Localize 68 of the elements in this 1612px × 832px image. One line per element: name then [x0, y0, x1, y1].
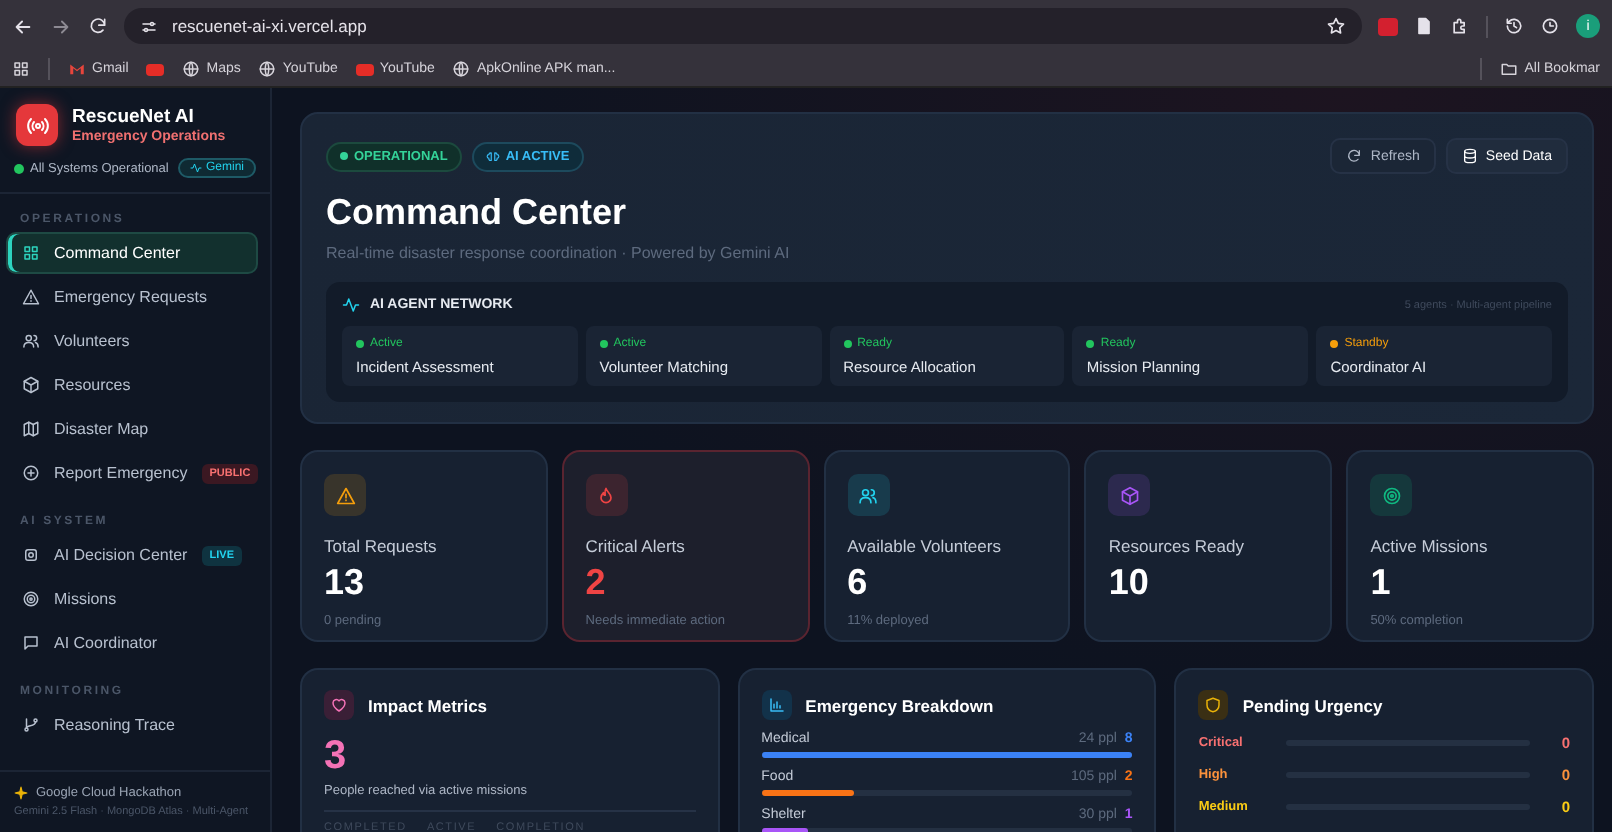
flame-icon — [596, 485, 617, 505]
stat-value: 1 — [1370, 562, 1393, 604]
pulse-icon — [342, 296, 360, 314]
nav-item[interactable]: Volunteers — [6, 320, 258, 362]
chip-icon — [22, 546, 40, 564]
nav-item[interactable]: Disaster Map — [6, 408, 258, 450]
impact-value: 3 — [324, 734, 349, 780]
page-title: Command Center — [326, 192, 629, 234]
history-icon[interactable] — [1504, 16, 1524, 36]
extensions-icon[interactable] — [1450, 16, 1470, 36]
nav-item[interactable]: Command Center — [6, 232, 258, 274]
reload-icon[interactable] — [88, 16, 108, 36]
folder-icon — [1500, 60, 1519, 78]
back-icon[interactable] — [12, 15, 34, 37]
video-icon[interactable] — [146, 63, 165, 75]
bars-outline — [767, 696, 786, 714]
site-settings-icon[interactable] — [140, 17, 158, 35]
broadcast-icon — [25, 113, 49, 137]
extension-icon[interactable] — [1378, 17, 1398, 35]
stat-value: 13 — [324, 562, 367, 604]
app-name: RescueNet AI — [72, 106, 196, 128]
box-icon — [22, 376, 40, 394]
status-dot — [14, 163, 24, 173]
target-icon — [22, 590, 40, 608]
shield-outline — [1204, 696, 1223, 714]
target-icon — [1381, 485, 1402, 505]
refresh-icon — [1346, 148, 1363, 164]
globe-icon — [452, 60, 471, 78]
warning-icon — [335, 485, 355, 505]
card-title: Impact Metrics — [368, 695, 488, 715]
card-title: Emergency Breakdown — [805, 695, 994, 715]
globe-icon — [258, 60, 277, 78]
stat-label: Available Volunteers — [847, 536, 1003, 556]
users-icon — [858, 485, 879, 505]
nav-item[interactable]: Reasoning Trace — [6, 704, 258, 746]
plus-circle-icon — [22, 464, 40, 482]
chat-icon — [22, 634, 40, 652]
database-icon — [1461, 148, 1478, 164]
stat-value: 2 — [585, 562, 608, 604]
branch-icon — [22, 716, 40, 734]
apps-grid-icon[interactable] — [12, 60, 30, 78]
globe-icon — [182, 60, 201, 78]
stat-label: Active Missions — [1370, 536, 1490, 556]
nav-item[interactable]: AI Coordinator — [6, 622, 258, 664]
forward-icon[interactable] — [50, 15, 72, 37]
document-icon[interactable] — [1414, 16, 1434, 36]
page-subtitle: Real-time disaster response coordination · Powered by Gemini AI — [326, 244, 792, 262]
heart-outline — [330, 696, 348, 714]
nav-item[interactable]: Emergency Requests — [6, 276, 258, 318]
grid-icon — [22, 244, 40, 262]
stat-value: 10 — [1108, 562, 1151, 604]
pulse-icon — [189, 162, 202, 174]
stat-label: Total Requests — [324, 536, 439, 556]
video-icon — [355, 63, 374, 75]
nav-item[interactable]: Resources — [6, 364, 258, 406]
stat-label: Resources Ready — [1108, 536, 1246, 556]
warning-icon — [22, 288, 40, 306]
stat-value: 6 — [847, 562, 870, 604]
address-bar[interactable]: rescuenet-ai-xi.vercel.app — [124, 8, 1362, 44]
mail-icon — [68, 60, 86, 78]
nav-item[interactable]: Missions — [6, 578, 258, 620]
box-icon — [1119, 485, 1140, 505]
users-icon — [22, 332, 40, 350]
card-title: Pending Urgency — [1242, 695, 1383, 715]
map-icon — [22, 420, 40, 438]
sparkle-icon — [14, 786, 28, 801]
bookmark-star-icon[interactable] — [1326, 16, 1346, 36]
stat-label: Critical Alerts — [585, 536, 687, 556]
